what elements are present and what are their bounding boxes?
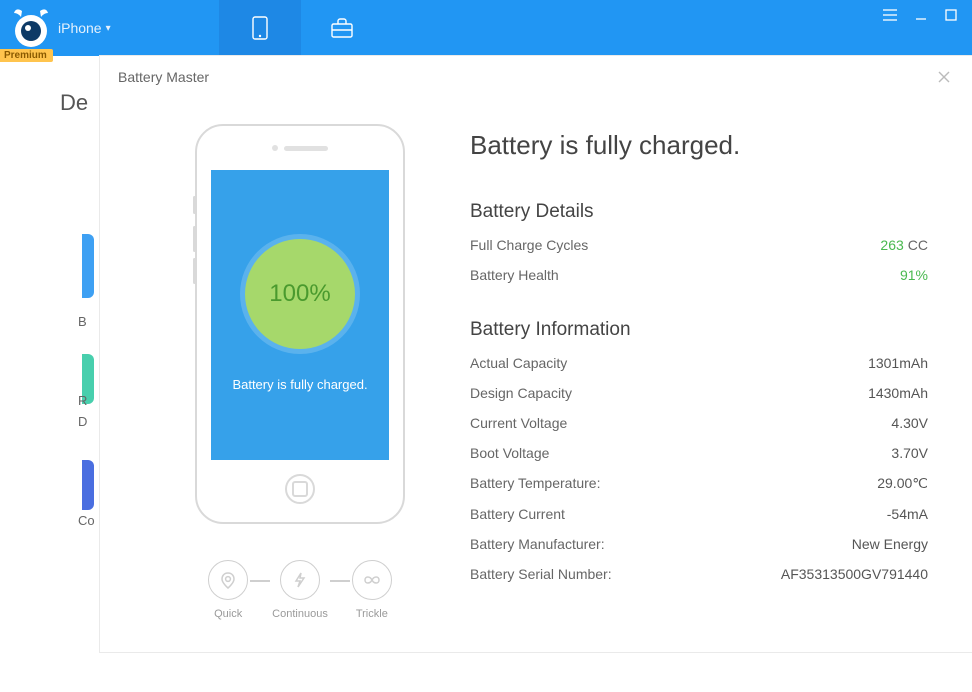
charge-percent-circle: 100%: [245, 239, 355, 349]
info-label: Battery Serial Number:: [470, 566, 781, 582]
minimize-button[interactable]: [914, 8, 928, 27]
detail-suffix: CC: [908, 237, 928, 253]
device-dropdown[interactable]: iPhone ▾: [58, 20, 111, 36]
info-value: 1430mAh: [868, 385, 928, 401]
detail-row: Full Charge Cycles 263 CC: [470, 237, 928, 253]
info-label: Battery Current: [470, 506, 887, 522]
detail-value: 91%: [900, 267, 928, 283]
mode-quick-label: Quick: [214, 608, 242, 620]
info-row: Current Voltage4.30V: [470, 415, 928, 431]
battery-details-heading: Battery Details: [470, 201, 928, 223]
charge-percent: 100%: [269, 280, 330, 308]
phone-illustration-column: 100% Battery is fully charged. Quick: [170, 124, 430, 622]
charge-caption: Battery is fully charged.: [232, 377, 367, 392]
detail-label: Full Charge Cycles: [470, 237, 880, 253]
info-row: Actual Capacity1301mAh: [470, 355, 928, 371]
charge-modes: Quick Continuous: [208, 560, 392, 620]
detail-value: 263: [880, 237, 903, 253]
info-row: Battery Serial Number:AF35313500GV791440: [470, 566, 928, 582]
info-value: 3.70V: [891, 445, 928, 461]
bg-label: R: [78, 393, 95, 408]
top-tabs: [219, 0, 383, 56]
info-label: Current Voltage: [470, 415, 891, 431]
phone-screen: 100% Battery is fully charged.: [211, 170, 389, 460]
mode-continuous-label: Continuous: [272, 608, 328, 620]
bg-label: Co: [78, 513, 95, 528]
info-value: New Energy: [852, 536, 928, 552]
info-value: 1301mAh: [868, 355, 928, 371]
info-label: Battery Manufacturer:: [470, 536, 852, 552]
modal-title: Battery Master: [118, 69, 209, 85]
status-headline: Battery is fully charged.: [470, 130, 928, 161]
battery-info-column: Battery is fully charged. Battery Detail…: [470, 124, 928, 622]
close-button[interactable]: [934, 67, 954, 87]
top-bar: Premium iPhone ▾: [0, 0, 972, 56]
mode-trickle-label: Trickle: [356, 608, 388, 620]
info-value: 29.00℃: [877, 475, 928, 492]
info-row: Battery Current-54mA: [470, 506, 928, 522]
info-label: Boot Voltage: [470, 445, 891, 461]
bolt-icon: [290, 570, 310, 590]
device-dropdown-label: iPhone: [58, 20, 102, 36]
chevron-down-icon: ▾: [106, 23, 111, 34]
info-label: Battery Temperature:: [470, 475, 877, 492]
home-button-icon: [285, 474, 315, 504]
battery-master-modal: Battery Master 100% Battery is ful: [100, 56, 972, 652]
app-logo: [8, 5, 54, 51]
info-row: Boot Voltage3.70V: [470, 445, 928, 461]
briefcase-icon: [327, 13, 357, 43]
mode-quick[interactable]: [208, 560, 248, 600]
logo-area: Premium iPhone ▾: [0, 0, 129, 56]
info-row: Battery Temperature:29.00℃: [470, 475, 928, 492]
infinity-icon: [361, 570, 383, 590]
info-row: Design Capacity1430mAh: [470, 385, 928, 401]
window-controls: [882, 0, 972, 56]
info-value: -54mA: [887, 506, 928, 522]
minimize-icon: [914, 8, 928, 22]
bg-label: D: [78, 414, 95, 429]
tab-device[interactable]: [219, 0, 301, 56]
mode-continuous[interactable]: [280, 560, 320, 600]
battery-info-heading: Battery Information: [470, 319, 928, 341]
maximize-button[interactable]: [944, 8, 958, 27]
close-icon: [937, 70, 951, 84]
info-label: Actual Capacity: [470, 355, 868, 371]
info-row: Battery Manufacturer:New Energy: [470, 536, 928, 552]
detail-label: Battery Health: [470, 267, 900, 283]
tablet-icon: [245, 13, 275, 43]
menu-button[interactable]: [882, 8, 898, 27]
modal-header: Battery Master: [100, 56, 972, 98]
pin-icon: [218, 570, 238, 590]
bg-label: B: [78, 314, 95, 329]
detail-row: Battery Health 91%: [470, 267, 928, 283]
tab-toolbox[interactable]: [301, 0, 383, 56]
maximize-icon: [944, 8, 958, 22]
hamburger-icon: [882, 8, 898, 22]
phone-illustration: 100% Battery is fully charged.: [195, 124, 405, 524]
mode-trickle[interactable]: [352, 560, 392, 600]
info-label: Design Capacity: [470, 385, 868, 401]
info-value: 4.30V: [891, 415, 928, 431]
info-value: AF35313500GV791440: [781, 566, 928, 582]
